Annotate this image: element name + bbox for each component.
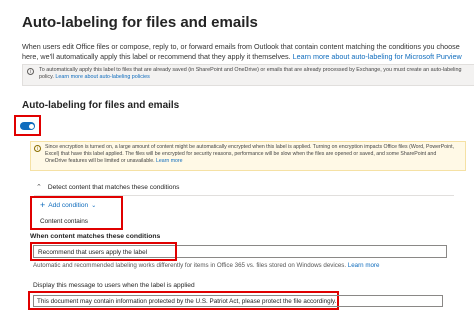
add-condition-label: Add condition bbox=[48, 202, 89, 209]
encryption-learn-more-link[interactable]: Learn more bbox=[156, 158, 183, 164]
match-help-description: Automatic and recommended labeling works… bbox=[33, 262, 348, 269]
match-action-label: When content matches these conditions bbox=[30, 233, 161, 240]
message-label: Display this message to users when the l… bbox=[33, 282, 195, 289]
match-help-text: Automatic and recommended labeling works… bbox=[33, 262, 379, 269]
plus-icon: + bbox=[40, 200, 46, 210]
content-contains-menu-item[interactable]: Content contains bbox=[40, 218, 88, 225]
add-condition-button[interactable]: + Add condition ⌄ bbox=[40, 201, 96, 210]
conditions-section-header[interactable]: ⌃ Detect content that matches these cond… bbox=[36, 183, 180, 192]
learn-more-auto-labeling-link[interactable]: Learn more about auto-labeling for Micro… bbox=[293, 52, 462, 61]
info-banner: i To automatically apply this label to f… bbox=[22, 64, 474, 86]
section-title: Auto-labeling for files and emails bbox=[22, 100, 180, 111]
page-title: Auto-labeling for files and emails bbox=[22, 14, 258, 31]
auto-labeling-policies-link[interactable]: Learn more about auto-labeling policies bbox=[55, 74, 149, 80]
chevron-up-icon: ⌃ bbox=[36, 184, 42, 191]
warning-info-icon: i bbox=[34, 145, 41, 152]
message-input[interactable]: This document may contain information pr… bbox=[33, 295, 443, 307]
encryption-warning-text: Since encryption is turned on, a large a… bbox=[45, 144, 454, 164]
chevron-down-icon: ⌄ bbox=[91, 203, 97, 209]
match-learn-more-link[interactable]: Learn more bbox=[348, 262, 380, 269]
conditions-header-label: Detect content that matches these condit… bbox=[47, 183, 180, 191]
info-icon: i bbox=[27, 68, 34, 75]
add-condition-highlight: + Add condition ⌄ Content contains bbox=[30, 196, 123, 230]
auto-labeling-toggle-highlight bbox=[14, 115, 41, 136]
encryption-warning-banner: i Since encryption is turned on, a large… bbox=[30, 141, 466, 171]
intro-text: When users edit Office files or compose,… bbox=[22, 42, 462, 62]
auto-labeling-toggle[interactable] bbox=[20, 122, 35, 130]
toggle-knob bbox=[28, 123, 34, 129]
match-action-highlight bbox=[30, 242, 177, 261]
message-input-highlight: This document may contain information pr… bbox=[28, 291, 443, 310]
